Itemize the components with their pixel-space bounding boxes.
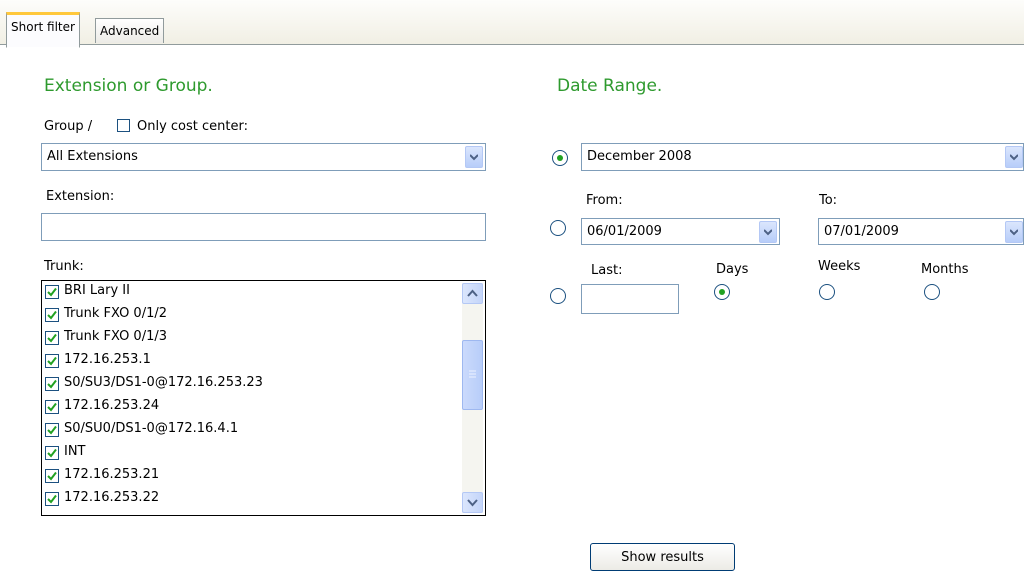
trunk-checkbox[interactable]	[45, 492, 59, 506]
chevron-up-icon	[467, 289, 478, 297]
trunk-list[interactable]: BRI Lary II Trunk FXO 0/1/2 Trunk FXO 0/…	[41, 280, 486, 516]
group-select-value: All Extensions	[47, 149, 138, 164]
trunk-checkbox[interactable]	[45, 400, 59, 414]
trunk-item-label: INT	[64, 444, 86, 459]
from-date-value: 06/01/2009	[587, 224, 662, 239]
trunk-item-label: Trunk FXO 0/1/3	[64, 329, 168, 344]
check-icon	[47, 310, 57, 320]
trunk-item-label: S0/SU3/DS1-0@172.16.253.23	[64, 375, 263, 390]
trunk-checkbox[interactable]	[45, 308, 59, 322]
check-icon	[47, 471, 57, 481]
to-date-picker[interactable]: 07/01/2009	[818, 218, 1024, 245]
months-radio[interactable]	[924, 284, 940, 300]
trunk-item-label: BRI Lary II	[64, 283, 130, 298]
trunk-item-label: S0/SU0/DS1-0@172.16.4.1	[64, 421, 239, 436]
last-count-input[interactable]	[581, 284, 679, 314]
trunk-list-scrollbar[interactable]	[462, 283, 483, 513]
trunk-item-label: 172.16.253.21	[64, 467, 160, 482]
extension-input[interactable]	[41, 213, 486, 241]
trunk-checkbox[interactable]	[45, 469, 59, 483]
chevron-down-icon	[1010, 229, 1018, 236]
trunk-item-label: 172.16.253.1	[64, 352, 151, 367]
check-icon	[47, 333, 57, 343]
trunk-label: Trunk:	[44, 259, 84, 274]
trunk-checkbox[interactable]	[45, 377, 59, 391]
tab-advanced[interactable]: Advanced	[95, 18, 165, 43]
month-range-radio[interactable]	[552, 150, 568, 166]
grip-icon	[469, 370, 476, 378]
weeks-label: Weeks	[818, 259, 861, 274]
to-label: To:	[819, 193, 838, 208]
from-to-range-radio[interactable]	[550, 220, 566, 236]
chevron-down-icon	[764, 229, 772, 236]
days-radio[interactable]	[714, 284, 730, 300]
trunk-checkbox[interactable]	[45, 285, 59, 299]
group-select-dropdown-button[interactable]	[465, 146, 483, 168]
tab-short-filter[interactable]: Short filter	[6, 12, 80, 48]
check-icon	[47, 448, 57, 458]
show-results-button[interactable]: Show results	[590, 543, 735, 571]
trunk-checkbox[interactable]	[45, 446, 59, 460]
weeks-radio[interactable]	[819, 284, 835, 300]
only-cost-center-checkbox[interactable]	[117, 119, 130, 132]
month-select-value: December 2008	[587, 149, 692, 164]
trunk-checkbox[interactable]	[45, 423, 59, 437]
check-icon	[47, 356, 57, 366]
scroll-thumb[interactable]	[462, 340, 483, 410]
extension-section-title: Extension or Group.	[44, 76, 213, 96]
check-icon	[47, 379, 57, 389]
from-date-picker[interactable]: 06/01/2009	[581, 218, 780, 245]
trunk-item-label: Trunk FXO 0/1/2	[64, 306, 168, 321]
last-range-radio[interactable]	[550, 288, 566, 304]
month-select-dropdown-button[interactable]	[1005, 146, 1023, 168]
trunk-item-label: 172.16.253.24	[64, 398, 160, 413]
months-label: Months	[921, 262, 969, 277]
scroll-down-button[interactable]	[462, 492, 483, 513]
scroll-up-button[interactable]	[462, 283, 483, 304]
extension-label: Extension:	[46, 189, 115, 204]
check-icon	[47, 425, 57, 435]
trunk-checkbox[interactable]	[45, 354, 59, 368]
days-label: Days	[716, 262, 749, 277]
trunk-checkbox[interactable]	[45, 331, 59, 345]
check-icon	[47, 494, 57, 504]
to-date-dropdown-button[interactable]	[1005, 221, 1023, 243]
trunk-item-label: 172.16.253.22	[64, 490, 160, 505]
to-date-value: 07/01/2009	[824, 224, 899, 239]
check-icon	[47, 402, 57, 412]
from-label: From:	[586, 193, 623, 208]
from-date-dropdown-button[interactable]	[759, 221, 777, 243]
group-label: Group /	[44, 119, 93, 134]
last-label: Last:	[591, 263, 623, 278]
group-select[interactable]: All Extensions	[41, 143, 486, 171]
chevron-down-icon	[467, 499, 478, 507]
only-cost-center-label: Only cost center:	[137, 119, 248, 134]
chevron-down-icon	[470, 154, 478, 161]
check-icon	[47, 287, 57, 297]
month-select[interactable]: December 2008	[581, 143, 1024, 171]
date-range-title: Date Range.	[557, 76, 663, 96]
chevron-down-icon	[1010, 154, 1018, 161]
